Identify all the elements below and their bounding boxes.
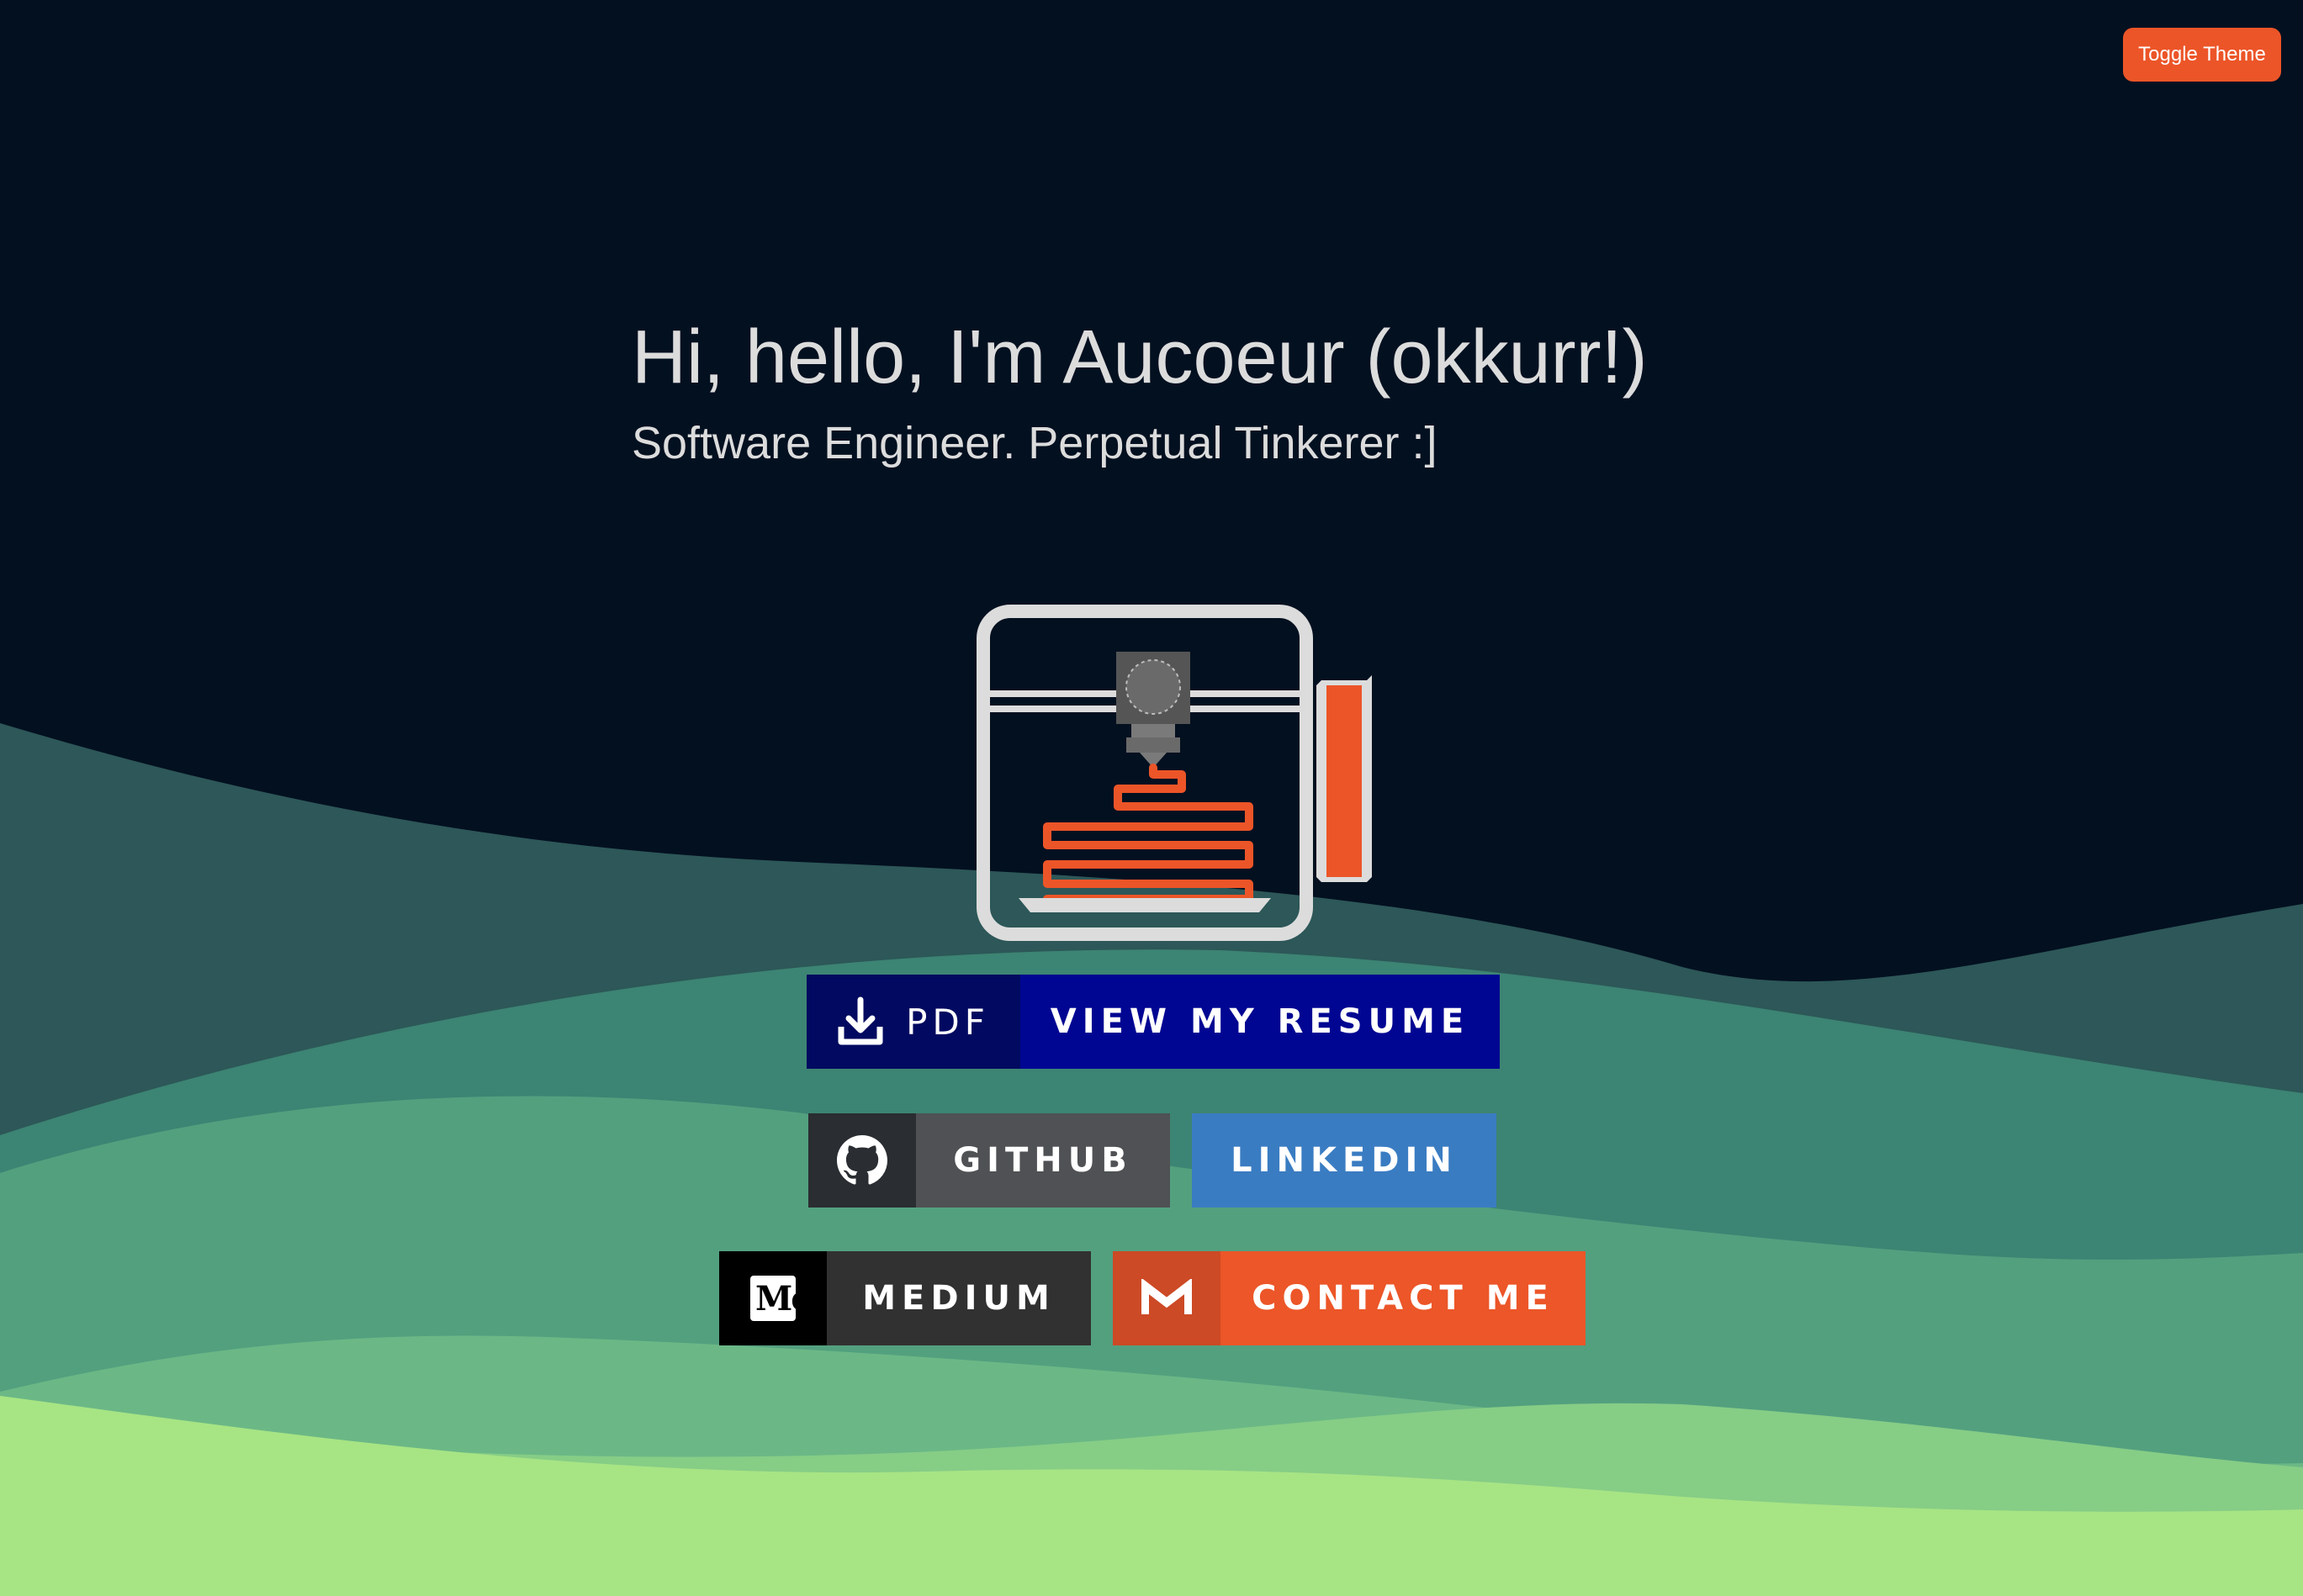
toggle-theme-button[interactable]: Toggle Theme [2123, 28, 2281, 82]
gmail-icon-box [1113, 1251, 1220, 1345]
page-title: Hi, hello, I'm Aucoeur (okkurr!) [632, 315, 1648, 399]
medium-label: MEDIUM [827, 1251, 1091, 1345]
medium-button[interactable]: Me MEDIUM [719, 1251, 1091, 1345]
linkedin-button[interactable]: LINKEDIN [1192, 1113, 1496, 1208]
medium-icon: Me [750, 1276, 796, 1321]
3d-printer-icon [977, 605, 1372, 941]
github-button[interactable]: GITHUB [808, 1113, 1170, 1208]
linkedin-label: LINKEDIN [1192, 1113, 1496, 1208]
github-icon-box [808, 1113, 916, 1208]
page-subtitle: Software Engineer. Perpetual Tinkerer :] [632, 418, 1437, 468]
view-resume-label: VIEW MY RESUME [1020, 975, 1500, 1069]
view-resume-button[interactable]: PDF VIEW MY RESUME [807, 975, 1500, 1069]
medium-icon-box: Me [719, 1251, 827, 1345]
download-icon [838, 996, 883, 1045]
github-label: GITHUB [916, 1113, 1170, 1208]
gmail-icon [1141, 1279, 1192, 1314]
contact-me-button[interactable]: CONTACT ME [1113, 1251, 1586, 1345]
resume-pdf-badge: PDF [807, 975, 1020, 1069]
contact-me-label: CONTACT ME [1220, 1251, 1586, 1345]
pdf-badge-label: PDF [906, 1001, 990, 1043]
github-icon [837, 1135, 887, 1185]
page: Toggle Theme Hi, hello, I'm Aucoeur (okk… [0, 0, 2303, 1596]
